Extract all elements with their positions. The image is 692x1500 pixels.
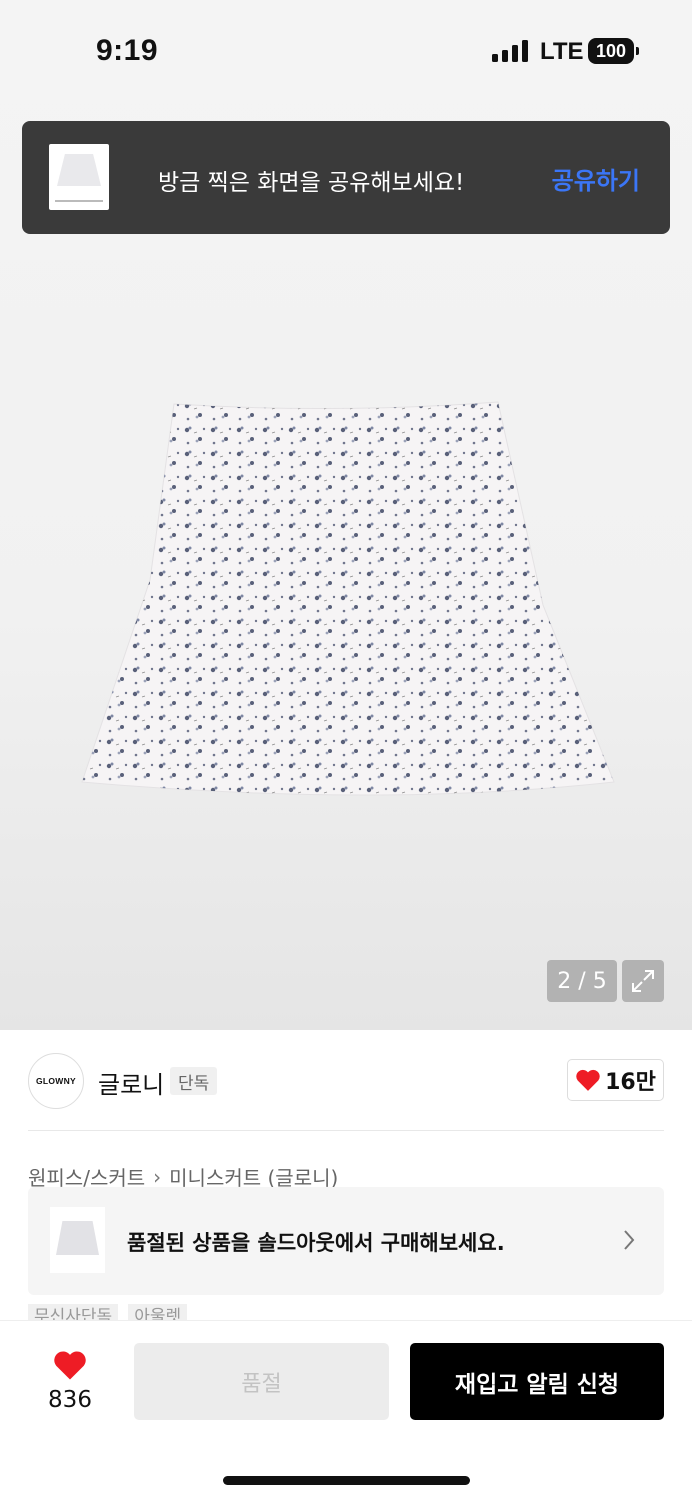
soldout-button: 품절 xyxy=(134,1343,389,1420)
soldout-banner[interactable]: 품절된 상품을 솔드아웃에서 구매해보세요. xyxy=(28,1187,664,1295)
tag-item[interactable]: 무신사단독 xyxy=(28,1304,119,1320)
expand-icon[interactable] xyxy=(622,960,664,1002)
signal-icon xyxy=(492,40,528,62)
soldout-banner-text: 품절된 상품을 솔드아웃에서 구매해보세요. xyxy=(127,1231,505,1255)
brand-logo[interactable]: GLOWNY xyxy=(28,1053,84,1109)
brand-like-button[interactable]: 16만 xyxy=(567,1059,664,1101)
tag-item[interactable]: 아울렛 xyxy=(128,1304,188,1320)
brand-name[interactable]: 글로니 xyxy=(98,1065,164,1100)
bottom-action-bar: 836 품절 재입고 알림 신청 xyxy=(0,1320,692,1500)
brand-like-count: 16만 xyxy=(605,1070,656,1095)
image-counter: 2 / 5 xyxy=(547,960,617,1002)
home-indicator[interactable] xyxy=(223,1476,470,1485)
status-bar: 9:19 LTE 100 xyxy=(0,0,692,100)
chevron-right-icon: › xyxy=(153,1164,162,1189)
tag-list: 무신사단독 아울렛 xyxy=(28,1304,188,1320)
share-toast: 방금 찍은 화면을 공유해보세요! 공유하기 xyxy=(22,121,670,234)
heart-icon xyxy=(576,1069,600,1091)
screenshot-thumbnail[interactable] xyxy=(49,144,109,210)
soldout-product-thumbnail xyxy=(50,1207,105,1273)
product-image-skirt xyxy=(81,401,615,796)
restock-alert-button[interactable]: 재입고 알림 신청 xyxy=(410,1343,664,1420)
product-image-gallery[interactable]: 9:19 LTE 100 방금 찍은 화면을 공유해보세요! 공유하기 2 / … xyxy=(0,0,692,1030)
brand-row: GLOWNY 글로니 단독 16만 xyxy=(28,1053,664,1109)
exclusive-badge: 단독 xyxy=(170,1067,218,1095)
battery-icon: 100 xyxy=(588,38,639,64)
battery-level: 100 xyxy=(595,40,627,61)
share-toast-message: 방금 찍은 화면을 공유해보세요! xyxy=(158,170,465,196)
heart-icon[interactable] xyxy=(52,1349,88,1381)
divider xyxy=(28,1130,664,1131)
product-like-count: 836 xyxy=(48,1387,92,1413)
share-button[interactable]: 공유하기 xyxy=(552,161,640,196)
chevron-right-icon xyxy=(624,1230,635,1250)
network-type: LTE xyxy=(540,38,584,65)
status-time: 9:19 xyxy=(96,34,159,67)
